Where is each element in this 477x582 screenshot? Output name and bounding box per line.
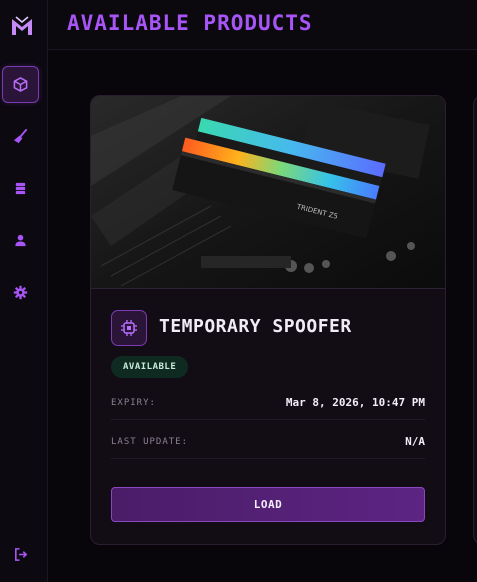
expiry-value: Mar 8, 2026, 10:47 PM <box>285 396 425 409</box>
chip-icon <box>111 310 147 346</box>
main-content: TRIDENT Z5 TEMPORARY SPOOFER AVAILABLE E… <box>48 51 477 582</box>
load-button[interactable]: LOAD <box>111 487 425 522</box>
expiry-row: EXPIRY: Mar 8, 2026, 10:47 PM <box>111 386 425 420</box>
next-product-card[interactable] <box>473 95 477 545</box>
database-icon <box>15 182 26 195</box>
broom-icon <box>13 129 28 144</box>
header: AVAILABLE PRODUCTS <box>48 0 477 50</box>
sidebar-item-settings[interactable] <box>2 274 39 311</box>
page-title: AVAILABLE PRODUCTS <box>67 11 313 35</box>
sidebar-item-cleaner[interactable] <box>2 118 39 155</box>
logout-button[interactable] <box>2 536 39 573</box>
sidebar-item-account[interactable] <box>2 222 39 259</box>
last-update-label: LAST UPDATE: <box>111 437 189 447</box>
sidebar-item-storage[interactable] <box>2 170 39 207</box>
last-update-value: N/A <box>405 435 425 448</box>
logo-icon <box>3 7 41 45</box>
cube-icon <box>13 77 28 92</box>
product-details: TEMPORARY SPOOFER AVAILABLE EXPIRY: Mar … <box>91 289 445 544</box>
product-card: TRIDENT Z5 TEMPORARY SPOOFER AVAILABLE E… <box>90 95 446 545</box>
logout-icon <box>15 548 28 561</box>
app-window: AVAILABLE PRODUCTS TRIDENT Z5 TEMPORARY … <box>0 0 477 582</box>
status-badge: AVAILABLE <box>111 356 189 378</box>
sidebar-item-products[interactable] <box>2 66 39 103</box>
last-update-row: LAST UPDATE: N/A <box>111 425 425 459</box>
expiry-label: EXPIRY: <box>111 398 156 408</box>
sidebar <box>0 0 48 582</box>
gear-icon <box>13 285 28 300</box>
product-title: TEMPORARY SPOOFER <box>159 316 352 337</box>
user-icon <box>15 234 26 247</box>
product-image: TRIDENT Z5 <box>91 96 445 289</box>
